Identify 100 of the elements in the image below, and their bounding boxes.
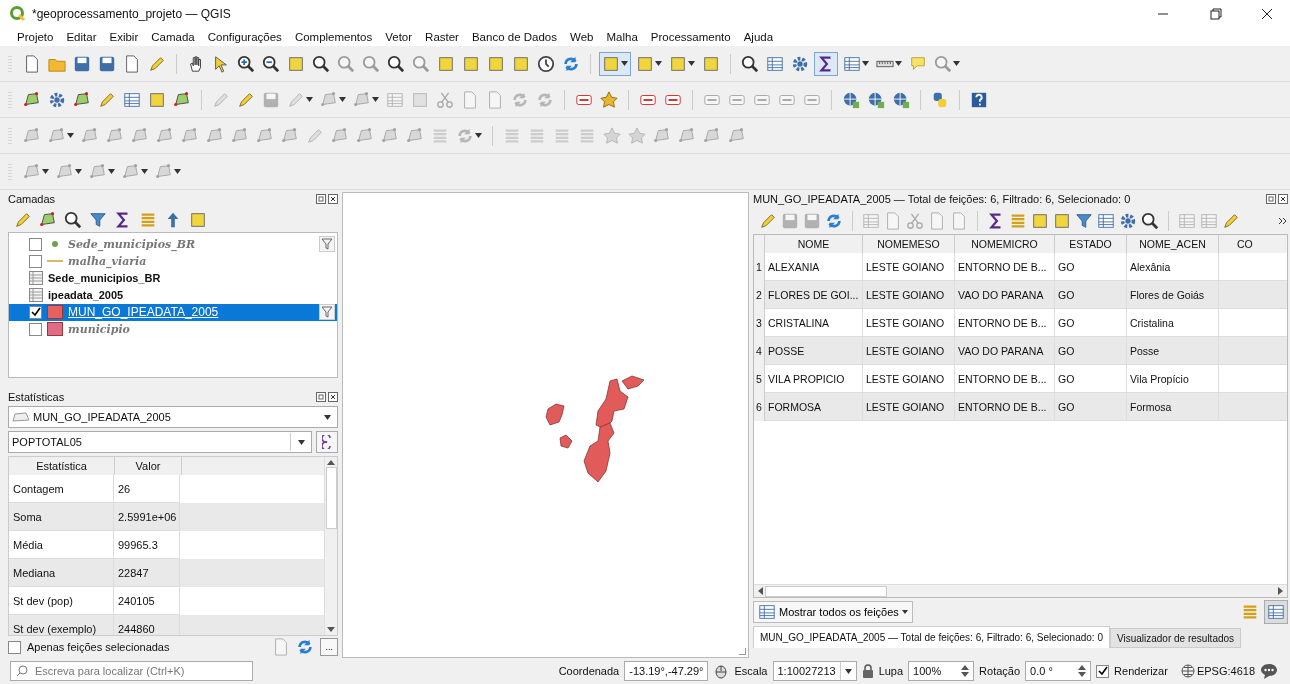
polygon-icon[interactable] bbox=[206, 126, 224, 145]
help-icon[interactable] bbox=[970, 90, 988, 109]
row-number[interactable]: 1 bbox=[754, 253, 765, 281]
column-header[interactable]: Valor bbox=[115, 457, 182, 476]
row-number[interactable]: 4 bbox=[754, 337, 765, 365]
table-icon[interactable] bbox=[758, 603, 776, 621]
globe-icon[interactable] bbox=[867, 90, 885, 109]
caret-icon[interactable] bbox=[306, 97, 313, 102]
row-number[interactable]: 3 bbox=[754, 309, 765, 337]
gear-icon[interactable] bbox=[1119, 212, 1137, 230]
pencil-icon[interactable] bbox=[759, 212, 777, 230]
column-header[interactable]: NOMEMESO bbox=[863, 235, 955, 253]
polygon-icon[interactable] bbox=[231, 126, 249, 145]
caret-icon[interactable] bbox=[75, 169, 82, 174]
square-icon[interactable] bbox=[1053, 212, 1071, 230]
layer-checkbox[interactable] bbox=[29, 322, 42, 336]
chevron-icon[interactable] bbox=[1278, 216, 1288, 226]
caret-icon[interactable] bbox=[174, 169, 181, 174]
zoom-out-icon[interactable] bbox=[262, 54, 280, 73]
bars-icon[interactable] bbox=[139, 210, 157, 229]
square-icon[interactable] bbox=[437, 54, 455, 73]
column-header[interactable]: CO bbox=[1219, 235, 1287, 253]
zoom-in-icon[interactable] bbox=[237, 54, 255, 73]
polygon-icon[interactable] bbox=[106, 126, 124, 145]
funnel-icon[interactable] bbox=[1075, 212, 1093, 230]
table-icon[interactable] bbox=[123, 90, 141, 109]
menu-item[interactable]: Ajuda bbox=[743, 31, 774, 43]
polygon-icon[interactable] bbox=[81, 126, 99, 145]
column-header[interactable]: NOME_ACEN bbox=[1127, 235, 1219, 253]
menu-item[interactable]: Editar bbox=[66, 31, 97, 43]
row-number[interactable]: 2 bbox=[754, 281, 765, 309]
polygon-icon[interactable] bbox=[173, 90, 191, 109]
scissors-icon[interactable] bbox=[436, 90, 454, 109]
scroll-down-icon[interactable] bbox=[327, 627, 335, 634]
menu-item[interactable]: Complementos bbox=[294, 31, 373, 43]
polygon-icon[interactable] bbox=[381, 126, 399, 145]
filter-button[interactable]: Mostrar todos os feições bbox=[753, 601, 913, 623]
search-icon[interactable] bbox=[312, 54, 330, 73]
menu-item[interactable]: Exibir bbox=[109, 31, 139, 43]
expression-button[interactable] bbox=[316, 431, 338, 454]
polygon-icon[interactable] bbox=[703, 126, 721, 145]
more-button[interactable]: ... bbox=[320, 638, 338, 656]
gear-icon[interactable] bbox=[791, 54, 809, 73]
polygon-icon[interactable] bbox=[39, 210, 57, 229]
scale-dropdown[interactable]: 1:10027213 bbox=[772, 661, 857, 681]
pencil-icon[interactable] bbox=[14, 210, 32, 229]
layer-dropdown[interactable]: MUN_GO_IPEADATA_2005 bbox=[8, 406, 338, 429]
rotation-spinbox[interactable]: 0.0 ° bbox=[1025, 661, 1092, 681]
polygon-icon[interactable] bbox=[678, 126, 696, 145]
tab[interactable]: Visualizador de resultados bbox=[1109, 628, 1242, 648]
polygon-icon[interactable] bbox=[281, 126, 299, 145]
gear-icon[interactable] bbox=[48, 90, 66, 109]
refresh-icon[interactable] bbox=[536, 90, 554, 109]
render-checkbox[interactable] bbox=[1096, 664, 1110, 678]
caret-icon[interactable] bbox=[141, 169, 148, 174]
caret-icon[interactable] bbox=[475, 133, 482, 138]
caret-icon[interactable] bbox=[655, 61, 662, 66]
mouse-icon[interactable] bbox=[713, 663, 730, 679]
funnel-icon[interactable] bbox=[319, 236, 335, 253]
menu-item[interactable]: Camada bbox=[151, 31, 195, 43]
menu-item[interactable]: Configurações bbox=[207, 31, 282, 43]
column-header[interactable]: Estatística bbox=[9, 457, 115, 476]
layer-item[interactable]: municipio bbox=[9, 320, 337, 338]
polygon-icon[interactable] bbox=[356, 126, 374, 145]
star-icon[interactable] bbox=[600, 90, 618, 109]
float-panel-icon[interactable] bbox=[316, 392, 326, 403]
row-number[interactable]: 6 bbox=[754, 393, 765, 421]
close-icon[interactable] bbox=[328, 193, 338, 204]
close-icon[interactable] bbox=[1278, 194, 1288, 204]
square-icon[interactable] bbox=[512, 54, 530, 73]
polygon-icon[interactable] bbox=[406, 126, 424, 145]
caret-icon[interactable] bbox=[339, 97, 346, 102]
caret-icon[interactable] bbox=[324, 414, 331, 420]
refresh-icon[interactable] bbox=[562, 54, 580, 73]
search-field[interactable]: Escreva para localizar (Ctrl+K) bbox=[10, 661, 253, 681]
funnel-icon[interactable] bbox=[89, 210, 107, 229]
scrollbar[interactable] bbox=[324, 457, 337, 636]
scroll-left-icon[interactable] bbox=[757, 587, 763, 595]
pencil-icon[interactable] bbox=[237, 90, 255, 109]
table-icon[interactable] bbox=[1178, 212, 1196, 230]
page-icon[interactable] bbox=[23, 54, 41, 73]
cursor-icon[interactable] bbox=[212, 54, 230, 73]
scrollbar[interactable] bbox=[754, 584, 1287, 597]
polygon-icon[interactable] bbox=[23, 90, 41, 109]
coordinate-field[interactable]: -13.19°,-47.29° bbox=[624, 661, 709, 681]
float-panel-icon[interactable] bbox=[1266, 194, 1276, 204]
field-dropdown[interactable]: POPTOTAL05 bbox=[8, 431, 312, 454]
menu-item[interactable]: Banco de Dados bbox=[471, 31, 557, 43]
layer-item[interactable]: MUN_GO_IPEADATA_2005 bbox=[9, 303, 337, 321]
polygon-icon[interactable] bbox=[73, 90, 91, 109]
menu-item[interactable]: Vetor bbox=[385, 31, 413, 43]
search-icon[interactable] bbox=[64, 210, 82, 229]
close-icon[interactable] bbox=[328, 392, 338, 403]
menu-item[interactable]: Projeto bbox=[17, 31, 54, 43]
caret-icon[interactable] bbox=[621, 61, 628, 66]
menu-item[interactable]: Malha bbox=[606, 31, 638, 43]
square-icon[interactable] bbox=[189, 210, 207, 229]
polygon-icon[interactable] bbox=[131, 126, 149, 145]
lock-icon[interactable] bbox=[861, 664, 874, 678]
table-icon[interactable] bbox=[766, 54, 784, 73]
